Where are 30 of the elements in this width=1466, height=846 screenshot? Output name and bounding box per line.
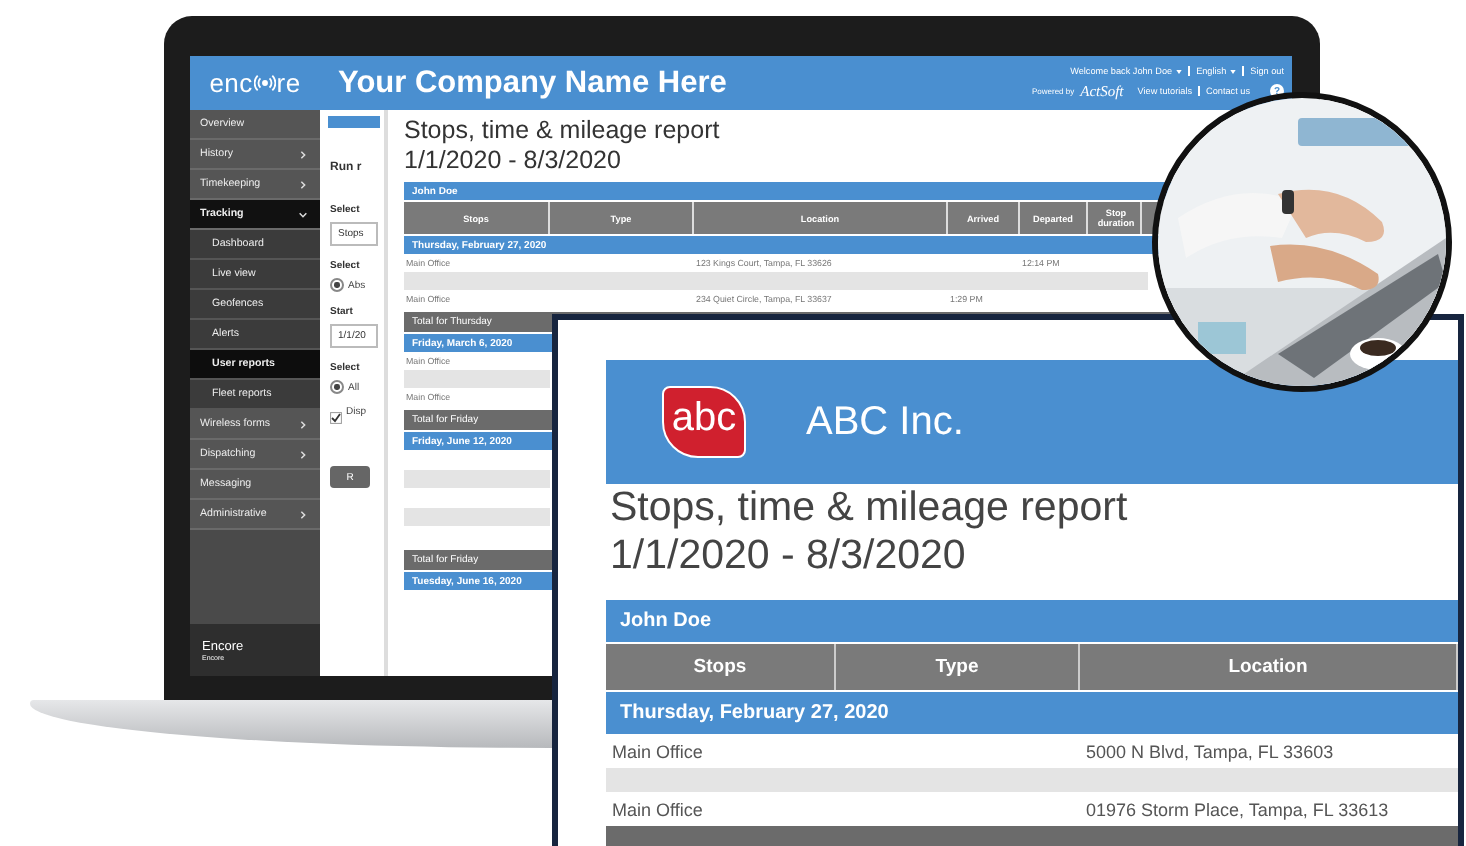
table-cell: Main Office bbox=[612, 741, 703, 761]
caret-icon bbox=[1176, 69, 1183, 73]
chevron-icon bbox=[298, 179, 308, 189]
table-cell: Main Office bbox=[612, 799, 703, 819]
table-cell: 5000 N Blvd, Tampa, FL 33603 bbox=[1086, 741, 1334, 761]
chevron-icon bbox=[298, 209, 308, 219]
column-header: Location bbox=[1080, 644, 1458, 690]
company-name: Your Company Name Here bbox=[338, 65, 727, 101]
radio-button[interactable] bbox=[330, 380, 344, 394]
report-title: Stops, time & mileage report bbox=[610, 484, 1130, 532]
company-name: ABC Inc. bbox=[806, 399, 964, 445]
company-logo: abc bbox=[662, 386, 746, 458]
day-label: Thursday, February 27, 2020 bbox=[620, 702, 889, 724]
chevron-icon bbox=[298, 419, 308, 429]
signal-icon bbox=[253, 72, 276, 94]
logo-text: enc bbox=[209, 68, 253, 98]
column-header: Type bbox=[836, 644, 1080, 690]
person-name: John Doe bbox=[620, 610, 712, 632]
checkbox[interactable] bbox=[330, 412, 342, 424]
report-range: 1/1/2020 - 8/3/2020 bbox=[404, 146, 623, 176]
chevron-icon bbox=[298, 449, 308, 459]
report-title: Stops, time & mileage report bbox=[404, 116, 722, 146]
chevron-icon bbox=[298, 509, 308, 519]
caret-icon bbox=[1230, 69, 1237, 73]
logo-text: re bbox=[276, 68, 301, 98]
column-header: Stops bbox=[606, 644, 836, 690]
radio-button[interactable] bbox=[330, 278, 344, 292]
chevron-icon bbox=[298, 149, 308, 159]
table-cell: 01976 Storm Place, Tampa, FL 33613 bbox=[1086, 799, 1389, 819]
report-range: 1/1/2020 - 8/3/2020 bbox=[610, 532, 968, 580]
